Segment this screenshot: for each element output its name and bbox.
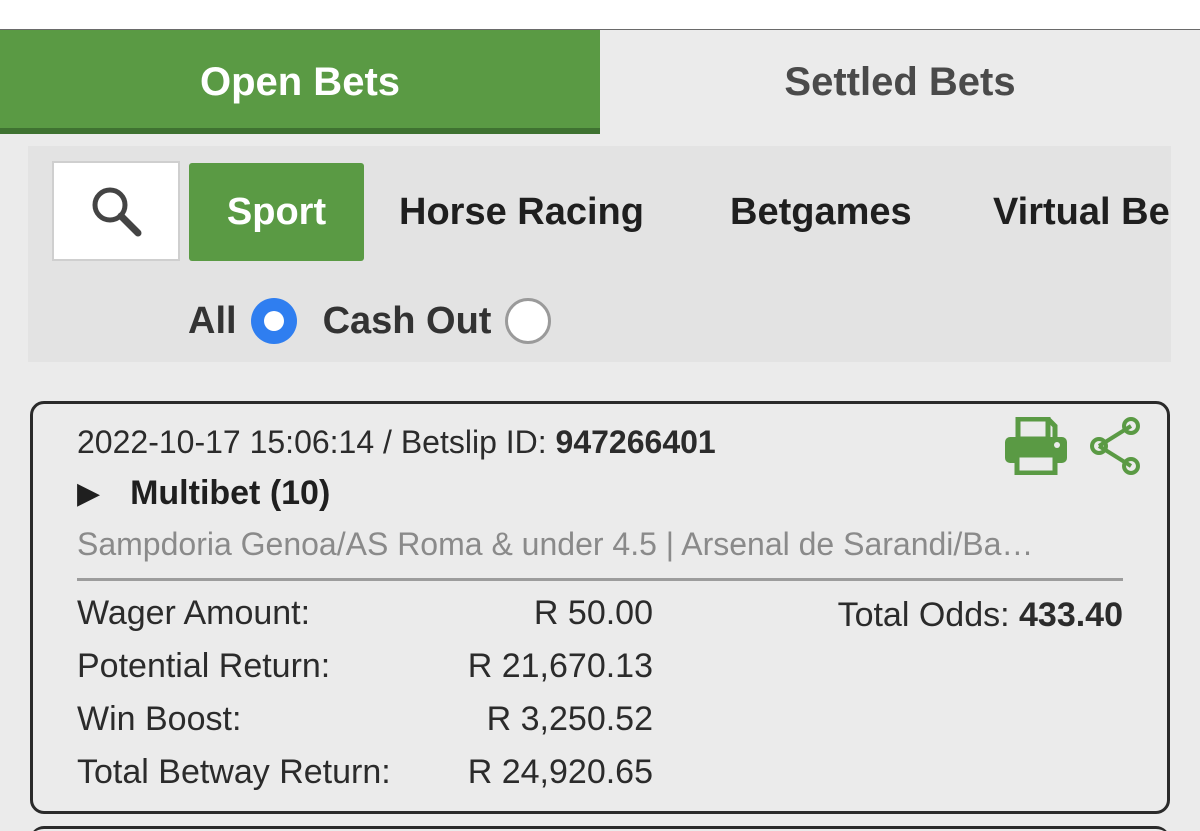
total-return-value: R 24,920.65	[467, 753, 653, 791]
search-icon	[92, 187, 142, 237]
total-return-label: Total Betway Return:	[77, 753, 391, 791]
wager-amount-value: R 50.00	[533, 594, 653, 632]
radio-all-label: All	[188, 299, 237, 342]
betslip-id: 947266401	[555, 424, 716, 460]
bet-meta: 2022-10-17 15:06:14 / Betslip ID: 947266…	[77, 424, 716, 461]
search-button[interactable]	[52, 161, 180, 261]
betslip-id-label: / Betslip ID:	[374, 424, 556, 460]
bet-filter-radio-group: All Cash Out	[188, 291, 552, 351]
filter-panel: Sport Horse Racing Betgames Virtual Be A…	[28, 146, 1171, 362]
bet-actions	[985, 416, 1143, 476]
category-betgames[interactable]: Betgames	[730, 163, 912, 261]
win-boost-row: Win Boost: R 3,250.52	[77, 700, 653, 748]
divider	[77, 578, 1123, 581]
win-boost-value: R 3,250.52	[486, 700, 653, 738]
top-strip	[0, 0, 1200, 30]
printer-icon	[1005, 417, 1067, 475]
bet-card[interactable]: 2022-10-17 15:06:14 / Betslip ID: 947266…	[30, 401, 1170, 814]
next-bet-card	[30, 826, 1170, 831]
expand-arrow-icon: ▶	[77, 477, 101, 510]
tab-open-bets[interactable]: Open Bets	[0, 30, 600, 134]
bets-tabs: Open Bets Settled Bets	[0, 30, 1200, 134]
share-icon	[1090, 417, 1140, 475]
share-button[interactable]	[1087, 416, 1143, 476]
category-virtual-bets[interactable]: Virtual Be	[993, 163, 1170, 261]
bet-type-toggle[interactable]: ▶ Multibet (10)	[77, 474, 330, 513]
radio-cash-out[interactable]	[505, 298, 552, 344]
win-boost-label: Win Boost:	[77, 700, 242, 738]
wager-amount-row: Wager Amount: R 50.00	[77, 594, 653, 642]
bet-selections: Sampdoria Genoa/AS Roma & under 4.5 | Ar…	[77, 526, 1034, 562]
total-return-row: Total Betway Return: R 24,920.65	[77, 753, 653, 801]
wager-amount-label: Wager Amount:	[77, 594, 311, 632]
radio-cashout-label: Cash Out	[322, 299, 492, 342]
radio-all[interactable]	[250, 298, 297, 344]
tab-settled-bets[interactable]: Settled Bets	[600, 30, 1200, 134]
total-odds-value: 433.40	[1019, 596, 1123, 634]
bet-type: Multibet (10)	[130, 474, 331, 512]
total-odds: Total Odds: 433.40	[838, 596, 1123, 635]
total-odds-label: Total Odds:	[837, 596, 1019, 634]
print-button[interactable]	[1003, 417, 1069, 475]
bet-timestamp: 2022-10-17 15:06:14	[77, 424, 375, 460]
potential-return-value: R 21,670.13	[467, 647, 653, 685]
potential-return-label: Potential Return:	[77, 647, 331, 685]
category-horse-racing[interactable]: Horse Racing	[399, 163, 644, 261]
category-sport[interactable]: Sport	[189, 163, 364, 261]
potential-return-row: Potential Return: R 21,670.13	[77, 647, 653, 695]
